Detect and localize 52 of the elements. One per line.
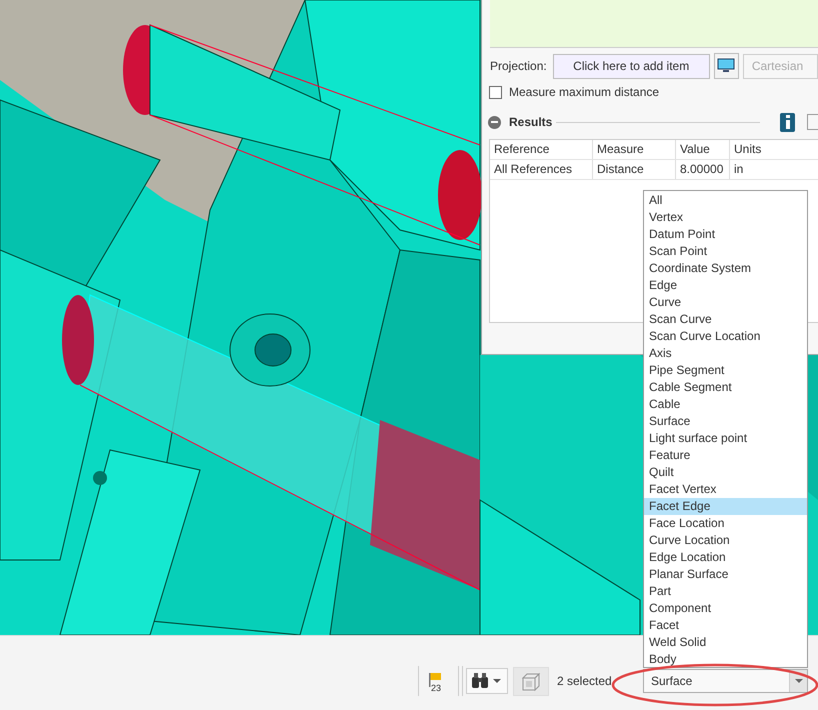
max-distance-checkbox[interactable]: [489, 86, 502, 98]
column-header[interactable]: Reference: [490, 140, 593, 159]
filter-option[interactable]: Cable Segment: [644, 379, 807, 396]
cube-icon: [521, 672, 541, 692]
filter-option[interactable]: Body: [644, 651, 807, 668]
filter-option[interactable]: Face Location: [644, 515, 807, 532]
column-header[interactable]: Units: [730, 140, 818, 159]
binoculars-icon: [471, 673, 489, 689]
monitor-icon: [717, 58, 736, 74]
filter-option[interactable]: Curve: [644, 294, 807, 311]
filter-option[interactable]: Pipe Segment: [644, 362, 807, 379]
filter-option[interactable]: Edge Location: [644, 549, 807, 566]
results-title: Results: [509, 115, 552, 129]
filter-option[interactable]: Scan Curve Location: [644, 328, 807, 345]
filter-option[interactable]: Cable: [644, 396, 807, 413]
filter-option[interactable]: Feature: [644, 447, 807, 464]
table-cell: All References: [490, 160, 593, 179]
flag-count: 23: [431, 683, 442, 693]
filter-option[interactable]: Part: [644, 583, 807, 600]
table-cell-text: in: [733, 161, 744, 178]
filter-option[interactable]: Coordinate System: [644, 260, 807, 277]
table-cell: 8.00000: [676, 160, 730, 179]
collapse-icon[interactable]: [488, 116, 501, 128]
filter-option[interactable]: Axis: [644, 345, 807, 362]
column-header[interactable]: Value: [676, 140, 730, 159]
info-icon[interactable]: [780, 112, 795, 132]
filter-option[interactable]: Curve Location: [644, 532, 807, 549]
filter-option[interactable]: Edge: [644, 277, 807, 294]
table-cell: Distance: [593, 160, 676, 179]
projection-field[interactable]: Click here to add item: [552, 54, 710, 78]
filter-option[interactable]: Vertex: [644, 209, 807, 226]
filter-option[interactable]: Datum Point: [644, 226, 807, 243]
filter-dropdown[interactable]: Surface: [643, 669, 808, 693]
find-button[interactable]: [466, 668, 508, 694]
filter-option[interactable]: Facet: [644, 617, 807, 634]
filter-option[interactable]: Light surface point: [644, 430, 807, 447]
filter-option[interactable]: Planar Surface: [644, 566, 807, 583]
filter-option[interactable]: Quilt: [644, 464, 807, 481]
column-header[interactable]: Measure: [593, 140, 676, 159]
filter-option[interactable]: Scan Curve: [644, 311, 807, 328]
selection-count: 2 selected: [557, 674, 612, 688]
filter-option[interactable]: Facet Vertex: [644, 481, 807, 498]
max-distance-label: Measure maximum distance: [509, 85, 660, 99]
filter-option[interactable]: Scan Point: [644, 243, 807, 260]
filter-option[interactable]: Facet Edge: [644, 498, 807, 515]
filter-option[interactable]: Weld Solid: [644, 634, 807, 651]
projection-label: Projection:: [490, 59, 547, 73]
view-button[interactable]: [714, 53, 739, 79]
filter-option[interactable]: Component: [644, 600, 807, 617]
filter-option[interactable]: Surface: [644, 413, 807, 430]
filter-option[interactable]: All: [644, 192, 807, 209]
list-icon[interactable]: [807, 114, 818, 130]
